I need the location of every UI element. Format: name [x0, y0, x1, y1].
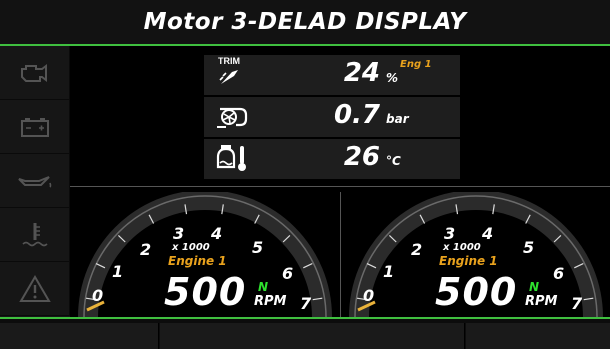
sidebar-item-engine[interactable]: [0, 46, 70, 100]
turbo-icon: [214, 101, 248, 137]
panel-divider: [70, 186, 610, 187]
rpm-value: 500: [435, 270, 518, 314]
gear-indicator: N: [258, 280, 269, 294]
boost-readout: 0.7 bar: [204, 97, 460, 137]
gauge-tick-label: 1: [112, 262, 124, 281]
trim-readout: TRIM 24 Eng 1 %: [204, 55, 460, 95]
gauge-tick-label: 4: [211, 224, 223, 243]
sidebar-item-oil[interactable]: [0, 154, 70, 208]
boost-unit: bar: [386, 112, 409, 126]
gauge-engine-label: Engine 1: [439, 254, 498, 268]
sidebar-item-coolant[interactable]: [0, 208, 70, 262]
sidebar-item-alarm[interactable]: [0, 262, 70, 316]
rpm-multiplier: x 1000: [443, 242, 481, 253]
soft-key-2[interactable]: [160, 323, 465, 349]
gauge-tick-label: 4: [482, 224, 494, 243]
gauge-tick-label: 5: [252, 238, 264, 257]
soft-key-bar: [0, 317, 610, 349]
gauge-tick-label: 3: [173, 224, 185, 243]
oil-pressure-icon: [17, 175, 51, 188]
gauge-tick-label: 0: [363, 286, 375, 305]
engine-warning-icon: [20, 63, 47, 82]
warning-triangle-icon: [18, 274, 51, 302]
rpm-gauge-2: 0 1 2 3 4 5 6 7 x 1000 Engine 1 500 N RP…: [341, 192, 610, 317]
coolant-temp-icon: [21, 222, 48, 246]
gauge-tick-label: 7: [571, 294, 583, 313]
temp-value: 26: [343, 142, 380, 172]
gauge-tick-label: 6: [553, 264, 565, 283]
page-title: Motor 3-DELAD DISPLAY: [143, 9, 467, 35]
trim-label: TRIM: [218, 56, 240, 66]
gauge-tick-label: 2: [140, 240, 152, 259]
rpm-value: 500: [164, 270, 247, 314]
rpm-unit-label: RPM: [525, 294, 558, 309]
boost-value: 0.7: [333, 100, 380, 130]
gauge-engine-label: Engine 1: [168, 254, 227, 268]
trim-unit: %: [386, 71, 399, 85]
temp-readout: 26 °C: [204, 139, 460, 179]
soft-key-3[interactable]: [466, 323, 610, 349]
sidebar: [0, 46, 70, 317]
gauge-tick-label: 5: [523, 238, 535, 257]
gauge-tick-label: 2: [411, 240, 423, 259]
gauge-tick-label: 1: [383, 262, 395, 281]
soft-key-1[interactable]: [0, 323, 159, 349]
header-bar: Motor 3-DELAD DISPLAY: [0, 0, 610, 46]
sidebar-item-battery[interactable]: [0, 100, 70, 154]
trim-engine-label: Eng 1: [400, 59, 432, 70]
gauge-tick-label: 3: [444, 224, 456, 243]
rpm-unit-label: RPM: [254, 294, 287, 309]
gauge-tick-label: 6: [282, 264, 294, 283]
gauge-tick-label: 7: [300, 294, 312, 313]
gauge-tick-label: 0: [92, 286, 104, 305]
engine-temp-icon: [214, 143, 250, 179]
battery-icon: [20, 117, 49, 137]
gear-indicator: N: [529, 280, 540, 294]
trim-value: 24: [343, 58, 380, 88]
temp-unit: °C: [386, 154, 401, 168]
trim-icon: [218, 66, 242, 92]
rpm-multiplier: x 1000: [172, 242, 210, 253]
rpm-gauge-1: 0 1 2 3 4 5 6 7 x 1000 Engine 1 500 N RP…: [70, 192, 340, 317]
